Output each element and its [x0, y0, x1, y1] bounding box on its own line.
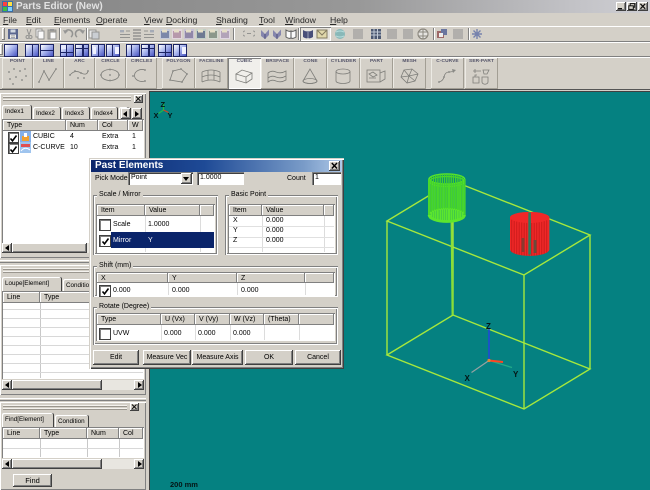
svg-text:Z: Z: [161, 100, 166, 109]
svg-text:200 mm: 200 mm: [170, 480, 198, 489]
svg-text:Y: Y: [168, 111, 173, 120]
svg-text:Z: Z: [486, 322, 491, 331]
svg-text:Y: Y: [513, 370, 519, 379]
svg-text:X: X: [154, 111, 159, 120]
svg-text:X: X: [465, 374, 471, 383]
